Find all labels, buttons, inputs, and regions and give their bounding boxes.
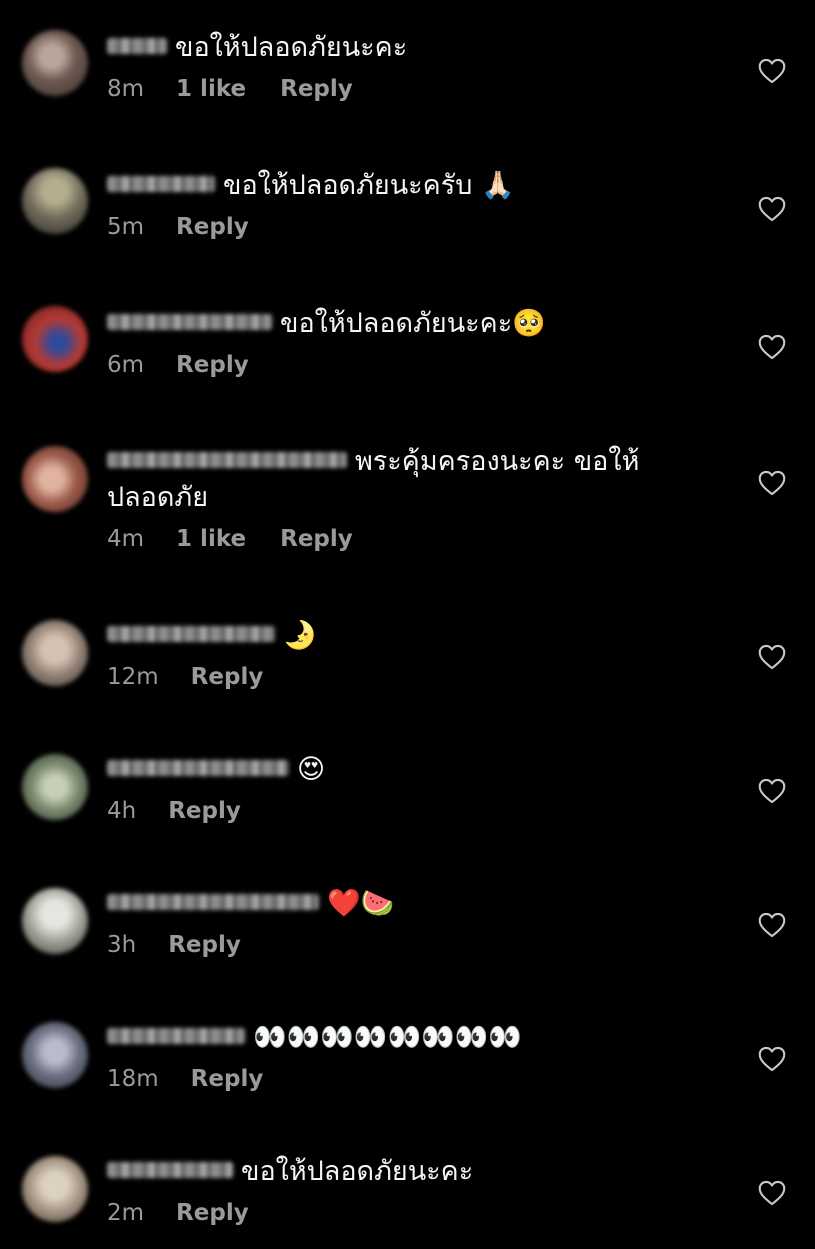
comment-item: ขอให้ปลอดภัยนะคะ 2m Reply [0,1154,815,1249]
avatar[interactable] [22,620,88,686]
comment-item: ❤️🍉 3h Reply [0,886,815,996]
comment-text: 😍 [297,754,326,785]
avatar[interactable] [22,446,88,512]
like-count[interactable]: 1 like [176,74,246,104]
heart-outline-icon[interactable] [758,778,786,804]
comment-item: 🌛 12m Reply [0,618,815,728]
avatar[interactable] [22,168,88,234]
comment-body: พระคุ้มครองนะคะ ขอให้ปลอดภัย 4m 1 like Rep… [107,444,647,554]
heart-outline-icon[interactable] [758,334,786,360]
username[interactable] [107,1161,233,1178]
comment-meta: 8m 1 like Reply [107,74,707,104]
username[interactable] [107,893,319,910]
avatar[interactable] [22,888,88,954]
comment-meta: 6m Reply [107,350,707,380]
comment-text: ขอให้ปลอดภัยนะคะ [241,1156,474,1187]
comment-time: 8m [107,76,145,102]
comment-meta: 2m Reply [107,1198,707,1228]
comment-text: ❤️🍉 [327,888,395,919]
reply-button[interactable]: Reply [280,74,353,104]
avatar[interactable] [22,754,88,820]
comment-body: ขอให้ปลอดภัยนะคะ 8m 1 like Reply [107,30,707,104]
heart-outline-icon[interactable] [758,470,786,496]
username[interactable] [107,1027,245,1044]
comment-text: 👀👀👀👀👀👀👀👀 [253,1022,522,1053]
comment-text-line: ❤️🍉 [107,886,707,922]
heart-outline-icon[interactable] [758,1180,786,1206]
like-count[interactable]: 1 like [176,524,246,554]
comment-time: 4h [107,798,137,824]
reply-button[interactable]: Reply [176,212,249,242]
comment-body: ❤️🍉 3h Reply [107,886,707,960]
reply-button[interactable]: Reply [191,662,264,692]
heart-outline-icon[interactable] [758,912,786,938]
comment-body: ขอให้ปลอดภัยนะครับ 🙏🏻 5m Reply [107,168,707,242]
comment-body: ขอให้ปลอดภัยนะคะ🥺 6m Reply [107,306,707,380]
comment-meta: 4m 1 like Reply [107,524,647,554]
comment-text: ขอให้ปลอดภัยนะครับ 🙏🏻 [223,170,515,201]
comment-time: 2m [107,1200,145,1226]
avatar[interactable] [22,1156,88,1222]
comment-meta: 12m Reply [107,662,707,692]
comment-time: 3h [107,932,137,958]
avatar[interactable] [22,30,88,96]
heart-outline-icon[interactable] [758,644,786,670]
comment-text: 🌛 [283,620,317,651]
comment-text-line: ขอให้ปลอดภัยนะครับ 🙏🏻 [107,168,707,204]
comment-text-line: พระคุ้มครองนะคะ ขอให้ปลอดภัย [107,444,647,516]
comment-item: พระคุ้มครองนะคะ ขอให้ปลอดภัย 4m 1 like Rep… [0,444,815,594]
comment-body: 😍 4h Reply [107,752,707,826]
comment-item: ขอให้ปลอดภัยนะครับ 🙏🏻 5m Reply [0,168,815,278]
username[interactable] [107,759,289,776]
comment-text-line: 😍 [107,752,707,788]
username[interactable] [107,451,347,468]
comment-time: 5m [107,214,145,240]
comment-body: ขอให้ปลอดภัยนะคะ 2m Reply [107,1154,707,1228]
reply-button[interactable]: Reply [176,350,249,380]
reply-button[interactable]: Reply [176,1198,249,1228]
comment-item: ขอให้ปลอดภัยนะคะ 8m 1 like Reply [0,30,815,140]
reply-button[interactable]: Reply [168,930,241,960]
avatar[interactable] [22,306,88,372]
comment-time: 6m [107,352,145,378]
reply-button[interactable]: Reply [280,524,353,554]
comment-meta: 18m Reply [107,1064,707,1094]
comment-body: 👀👀👀👀👀👀👀👀 18m Reply [107,1020,707,1094]
comment-text: ขอให้ปลอดภัยนะคะ [175,32,408,63]
heart-outline-icon[interactable] [758,196,786,222]
comment-text-line: 🌛 [107,618,707,654]
comment-meta: 3h Reply [107,930,707,960]
comment-text-line: ขอให้ปลอดภัยนะคะ [107,1154,707,1190]
username[interactable] [107,625,275,642]
comments-list: ขอให้ปลอดภัยนะคะ 8m 1 like Reply ขอให้ปลอด… [0,0,815,1249]
reply-button[interactable]: Reply [191,1064,264,1094]
heart-outline-icon[interactable] [758,58,786,84]
comment-time: 12m [107,664,159,690]
avatar[interactable] [22,1022,88,1088]
comment-body: 🌛 12m Reply [107,618,707,692]
comment-item: 😍 4h Reply [0,752,815,862]
comment-item: 👀👀👀👀👀👀👀👀 18m Reply [0,1020,815,1130]
username[interactable] [107,313,272,330]
comment-text-line: 👀👀👀👀👀👀👀👀 [107,1020,707,1056]
comment-text: ขอให้ปลอดภัยนะคะ🥺 [280,308,546,339]
username[interactable] [107,175,215,192]
comment-time: 18m [107,1066,159,1092]
comment-text-line: ขอให้ปลอดภัยนะคะ [107,30,707,66]
comment-time: 4m [107,526,145,552]
comment-meta: 4h Reply [107,796,707,826]
heart-outline-icon[interactable] [758,1046,786,1072]
comment-text-line: ขอให้ปลอดภัยนะคะ🥺 [107,306,707,342]
comment-meta: 5m Reply [107,212,707,242]
comment-item: ขอให้ปลอดภัยนะคะ🥺 6m Reply [0,306,815,416]
username[interactable] [107,37,167,54]
reply-button[interactable]: Reply [168,796,241,826]
